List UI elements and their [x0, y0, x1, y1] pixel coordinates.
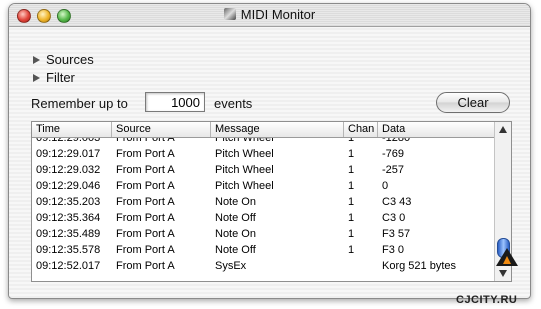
- cell-data: F3 0: [382, 244, 405, 256]
- title-bar[interactable]: MIDI Monitor: [9, 4, 530, 27]
- cell-chan: 1: [348, 138, 355, 144]
- table-row[interactable]: 09:12:35.489 From Port A Note On 1 F3 57: [32, 226, 494, 242]
- table-header: Time Source Message Chan Data: [32, 122, 494, 138]
- cell-chan: 1: [348, 228, 355, 240]
- cell-time: 09:12:29.046: [36, 180, 101, 192]
- cell-chan: 1: [348, 196, 355, 208]
- cell-source: From Port A: [116, 138, 175, 144]
- cell-source: From Port A: [116, 180, 175, 192]
- cell-source: From Port A: [116, 228, 175, 240]
- cell-source: From Port A: [116, 260, 175, 272]
- cell-message: Note Off: [215, 244, 256, 256]
- cell-data: Korg 521 bytes: [382, 260, 456, 272]
- cell-message: Pitch Wheel: [215, 138, 274, 144]
- cell-time: 09:12:35.578: [36, 244, 101, 256]
- events-table[interactable]: Time Source Message Chan Data 09:12:29.0…: [31, 121, 512, 282]
- cell-data: -1280: [382, 138, 411, 144]
- clear-button[interactable]: Clear: [436, 92, 510, 113]
- cell-data: 0: [382, 180, 389, 192]
- cell-data: F3 57: [382, 228, 411, 240]
- cell-chan: 1: [348, 212, 355, 224]
- cell-time: 09:12:52.017: [36, 260, 101, 272]
- scroll-up-arrow-icon[interactable]: [499, 126, 507, 133]
- cell-source: From Port A: [116, 244, 175, 256]
- cell-source: From Port A: [116, 164, 175, 176]
- disclosure-triangle-icon[interactable]: [33, 74, 40, 82]
- cell-source: From Port A: [116, 148, 175, 160]
- midi-monitor-app-icon: [223, 8, 236, 20]
- table-row[interactable]: 09:12:52.017 From Port A SysEx Korg 521 byt…: [32, 258, 494, 274]
- column-header-message[interactable]: Message: [211, 122, 344, 137]
- cell-data: C3 43: [382, 196, 412, 208]
- column-header-chan[interactable]: Chan: [344, 122, 378, 137]
- cell-chan: 1: [348, 180, 355, 192]
- table-row[interactable]: 09:12:29.003 From Port A Pitch Wheel 1 -1280: [32, 138, 494, 146]
- events-label: events: [214, 96, 253, 111]
- table-row[interactable]: 09:12:35.578 From Port A Note Off 1 F3 0: [32, 242, 494, 258]
- cell-message: Pitch Wheel: [215, 148, 274, 160]
- cell-chan: 1: [348, 244, 355, 256]
- cell-time: 09:12:29.017: [36, 148, 101, 160]
- cell-time: 09:12:29.032: [36, 164, 101, 176]
- cell-message: Note Off: [215, 212, 256, 224]
- sources-disclosure[interactable]: Sources: [33, 52, 94, 67]
- cell-data: -257: [382, 164, 405, 176]
- table-row[interactable]: 09:12:35.203 From Port A Note On 1 C3 43: [32, 194, 494, 210]
- column-header-source[interactable]: Source: [112, 122, 211, 137]
- table-rows: 09:12:29.003 From Port A Pitch Wheel 1 -1280…: [32, 138, 494, 274]
- table-body: 09:12:29.003 From Port A Pitch Wheel 1 -1280…: [32, 138, 494, 281]
- sources-label: Sources: [46, 52, 94, 67]
- window-title: MIDI Monitor: [9, 4, 530, 26]
- table-row[interactable]: 09:12:29.017 From Port A Pitch Wheel 1 -769: [32, 146, 494, 162]
- filter-label: Filter: [46, 70, 75, 85]
- cell-time: 09:12:35.203: [36, 196, 101, 208]
- cell-source: From Port A: [116, 212, 175, 224]
- watermark-logo-icon: [496, 248, 518, 266]
- cell-message: Pitch Wheel: [215, 180, 274, 192]
- table-row[interactable]: 09:12:35.364 From Port A Note Off 1 C3 0: [32, 210, 494, 226]
- cell-message: Pitch Wheel: [215, 164, 274, 176]
- table-row[interactable]: 09:12:29.032 From Port A Pitch Wheel 1 -257: [32, 162, 494, 178]
- event-count-field[interactable]: [145, 92, 205, 112]
- cell-message: Note On: [215, 196, 256, 208]
- scroll-down-arrow-icon[interactable]: [499, 270, 507, 277]
- cell-time: 09:12:29.003: [36, 138, 101, 144]
- cell-message: Note On: [215, 228, 256, 240]
- cell-chan: 1: [348, 148, 355, 160]
- window-title-text: MIDI Monitor: [240, 7, 316, 22]
- cell-message: SysEx: [215, 260, 247, 272]
- cell-data: -769: [382, 148, 405, 160]
- column-header-time[interactable]: Time: [32, 122, 112, 137]
- watermark-text: CJCITY.RU: [456, 294, 518, 306]
- cell-chan: 1: [348, 164, 355, 176]
- filter-disclosure[interactable]: Filter: [33, 70, 75, 85]
- table-row[interactable]: 09:12:29.046 From Port A Pitch Wheel 1 0: [32, 178, 494, 194]
- cell-time: 09:12:35.489: [36, 228, 101, 240]
- disclosure-triangle-icon[interactable]: [33, 56, 40, 64]
- midi-monitor-window: MIDI Monitor Sources Filter Remember up …: [8, 3, 531, 299]
- cell-source: From Port A: [116, 196, 175, 208]
- column-header-data[interactable]: Data: [378, 122, 494, 137]
- remember-label: Remember up to: [31, 96, 128, 111]
- cell-data: C3 0: [382, 212, 406, 224]
- cell-time: 09:12:35.364: [36, 212, 101, 224]
